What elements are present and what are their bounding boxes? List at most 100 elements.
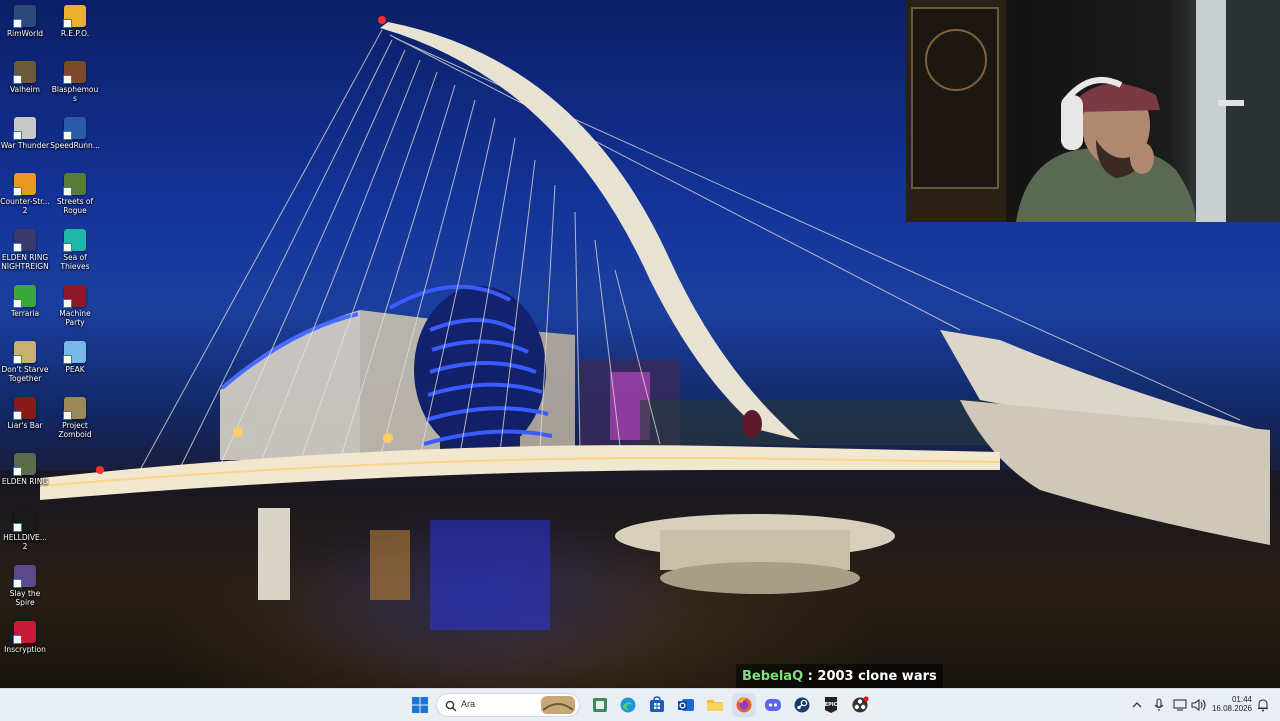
search-placeholder: Ara (461, 699, 476, 709)
notifications-button[interactable] (1254, 693, 1272, 717)
desktop-icon-label: Project Zomboid (58, 421, 92, 439)
desktop-icon-label: ELDEN RING NIGHTREIGN (1, 253, 49, 271)
desktop-icon-label: SpeedRunn... (50, 141, 100, 150)
desktop-icon-label: R.E.P.O. (60, 29, 90, 38)
epic-games-icon: EPIC (825, 697, 838, 713)
taskbar-app-discord[interactable] (761, 693, 785, 717)
helldivers-icon (13, 509, 36, 532)
svg-text:EPIC: EPIC (825, 702, 838, 708)
taskbar-app-obs[interactable] (848, 693, 872, 717)
discord-icon (765, 699, 781, 711)
desktop-icon[interactable]: Liar's Bar (0, 397, 50, 430)
counter-strike-icon (13, 173, 36, 196)
search-icon (445, 700, 457, 712)
desktop-icon-label: Inscryption (4, 645, 46, 654)
desktop-icon[interactable]: Inscryption (0, 621, 50, 654)
taskbar-app-mahjong[interactable] (588, 693, 612, 717)
desktop-icon[interactable]: Counter-Str... 2 (0, 173, 50, 215)
store-icon (650, 696, 664, 712)
start-button[interactable] (408, 693, 432, 717)
desktop-icon-label: PEAK (65, 365, 85, 374)
microphone-icon (1154, 698, 1164, 711)
desktop-icon[interactable]: Project Zomboid (50, 397, 100, 439)
desktop-icon-label: Liar's Bar (7, 421, 43, 430)
taskbar-app-edge[interactable] (616, 693, 640, 717)
sea-of-thieves-icon (63, 229, 86, 252)
search-highlight-icon (541, 696, 575, 714)
desktop-icon[interactable]: SpeedRunn... (50, 117, 100, 150)
dont-starve-together-icon (13, 341, 36, 364)
windows-start-icon (412, 697, 428, 713)
speedrunners-icon (63, 117, 86, 140)
taskbar-app-firefox[interactable] (732, 693, 756, 717)
inscryption-icon (13, 621, 36, 644)
chevron-up-icon (1132, 702, 1142, 708)
desktop-icon-label: ELDEN RING (1, 477, 49, 486)
desktop-icon-label: RimWorld (6, 29, 44, 38)
chat-username: BebelaQ (742, 668, 804, 684)
desktop-icon-label: Valheim (10, 85, 40, 94)
rimworld-icon (13, 5, 36, 28)
repo-icon (63, 5, 86, 28)
webcam-feed-image (906, 0, 1280, 222)
desktop-icon[interactable]: War Thunder (0, 117, 50, 150)
desktop-icon[interactable]: Blasphemous (50, 61, 100, 103)
slay-the-spire-icon (13, 565, 36, 588)
taskbar-app-file-explorer[interactable] (703, 693, 727, 717)
terraria-icon (13, 285, 36, 308)
chat-separator: : (803, 668, 818, 684)
taskbar-app-steam[interactable] (790, 693, 814, 717)
desktop-icon[interactable]: Terraria (0, 285, 50, 318)
edge-icon (620, 697, 636, 713)
desktop-icon[interactable]: ELDEN RING NIGHTREIGN (0, 229, 50, 271)
desktop-icon[interactable]: Streets of Rogue (50, 173, 100, 215)
desktop-icon-label: Machine Party (59, 309, 91, 327)
clock-button[interactable]: 01:44 16.08.2026 (1206, 695, 1252, 713)
desktop-icon-label: Terraria (10, 309, 40, 318)
desktop-icon[interactable]: R.E.P.O. (50, 5, 100, 38)
desktop-icon-label: War Thunder (0, 141, 50, 150)
taskbar-app-epic-games[interactable]: EPIC (819, 693, 843, 717)
steam-icon (794, 697, 810, 713)
desktop-icon-label: Sea of Thieves (60, 253, 90, 271)
clock-date: 16.08.2026 (1211, 704, 1252, 713)
elden-ring-icon (13, 453, 36, 476)
firefox-icon (736, 697, 752, 713)
taskbar-search-box[interactable]: Ara (436, 693, 580, 717)
chat-message: BebelaQ : 2003 clone wars (736, 664, 943, 688)
liars-bar-icon (13, 397, 36, 420)
webcam-overlay (906, 0, 1280, 222)
desktop-icon-label: Don't Starve Together (1, 365, 49, 383)
taskbar-app-store[interactable] (645, 693, 669, 717)
outlook-icon (678, 699, 694, 711)
mahjong-icon (593, 698, 607, 712)
peak-icon (63, 341, 86, 364)
desktop-icon[interactable]: RimWorld (0, 5, 50, 38)
desktop-icon[interactable]: Slay the Spire (0, 565, 50, 607)
taskbar-app-outlook[interactable] (674, 693, 698, 717)
streets-of-rogue-icon (63, 173, 86, 196)
desktop-icon[interactable]: ELDEN RING (0, 453, 50, 486)
desktop-icon[interactable]: PEAK (50, 341, 100, 374)
desktop-icon[interactable]: Machine Party (50, 285, 100, 327)
clock-time: 01:44 (1231, 695, 1252, 704)
blasphemous-icon (63, 61, 86, 84)
obs-icon (852, 696, 869, 713)
desktop-icon[interactable]: Valheim (0, 61, 50, 94)
microphone-button[interactable] (1150, 693, 1168, 717)
show-hidden-icons-button[interactable] (1128, 693, 1146, 717)
desktop-icon-label: Blasphemous (51, 85, 99, 103)
folder-icon (707, 700, 723, 711)
notification-bell-icon (1258, 699, 1268, 712)
desktop-icon[interactable]: HELLDIVE... 2 (0, 509, 50, 551)
desktop-icon-label: Streets of Rogue (56, 197, 94, 215)
project-zomboid-icon (63, 397, 86, 420)
elden-ring-nightreign-icon (13, 229, 36, 252)
machine-party-icon (63, 285, 86, 308)
valheim-icon (13, 61, 36, 84)
desktop-icon-label: Counter-Str... 2 (0, 197, 50, 215)
chat-text: 2003 clone wars (817, 668, 937, 684)
desktop-icon[interactable]: Sea of Thieves (50, 229, 100, 271)
desktop-icon[interactable]: Don't Starve Together (0, 341, 50, 383)
desktop-icon-label: Slay the Spire (9, 589, 41, 607)
